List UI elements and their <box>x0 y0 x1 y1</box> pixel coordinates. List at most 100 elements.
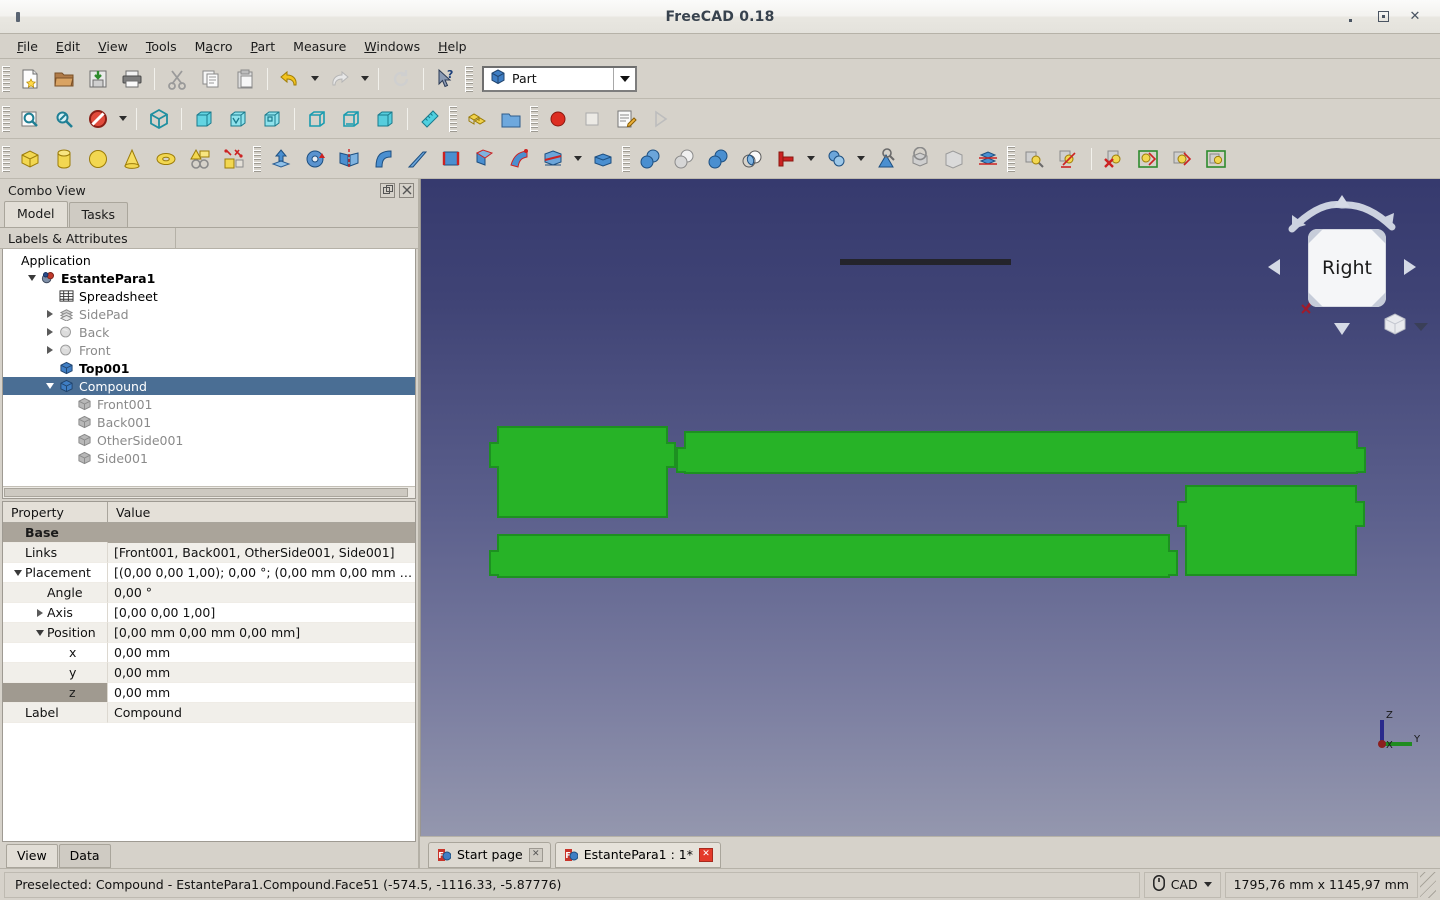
navcube-face[interactable]: Right <box>1308 229 1386 307</box>
property-twisty[interactable] <box>33 629 47 636</box>
top-view-icon[interactable] <box>222 103 254 135</box>
property-value[interactable]: [0,00 0,00 1,00] <box>108 603 415 623</box>
tree-twisty[interactable] <box>25 275 39 281</box>
measure-linear-icon[interactable] <box>1019 143 1051 175</box>
split-dropdown-icon[interactable] <box>854 143 868 175</box>
axonometric-view-icon[interactable] <box>143 103 175 135</box>
right-view-icon[interactable] <box>256 103 288 135</box>
property-row-z[interactable]: z 0,00 mm <box>3 683 415 703</box>
chevron-down-icon[interactable] <box>1203 882 1212 887</box>
revolve-icon[interactable] <box>299 143 331 175</box>
part-tools-grip[interactable] <box>253 145 261 172</box>
whats-this-icon[interactable]: ? <box>430 63 462 95</box>
section-dropdown-icon[interactable] <box>571 143 585 175</box>
menu-measure[interactable]: Measure <box>284 36 355 57</box>
section-icon[interactable] <box>537 143 569 175</box>
draw-style-dropdown-icon[interactable] <box>116 103 130 135</box>
measure-toggle-delta-icon[interactable] <box>1200 143 1232 175</box>
panel-otherside001[interactable] <box>1177 485 1365 576</box>
create-primitives-icon[interactable] <box>184 143 216 175</box>
front-view-icon[interactable] <box>188 103 220 135</box>
menu-help[interactable]: Help <box>429 36 476 57</box>
undo-dropdown-icon[interactable] <box>308 63 322 95</box>
draw-style-icon[interactable] <box>82 103 114 135</box>
model-tree[interactable]: Application EstantePara1 Spreadsheet SidePa… <box>2 249 416 499</box>
property-value[interactable]: 0,00 mm <box>108 663 415 683</box>
measure-clear-all-icon[interactable] <box>1098 143 1130 175</box>
create-part-icon[interactable] <box>461 103 493 135</box>
macro-edit-icon[interactable] <box>610 103 642 135</box>
workbench-selector[interactable]: Part <box>482 65 637 92</box>
tree-item-front001[interactable]: Front001 <box>3 395 415 413</box>
doc-tab-close-button[interactable]: ✕ <box>698 847 713 862</box>
property-value[interactable]: Compound <box>108 703 415 723</box>
left-view-icon[interactable] <box>369 103 401 135</box>
measure-toggle-all-icon[interactable] <box>1132 143 1164 175</box>
measure-icon[interactable] <box>414 103 446 135</box>
property-row-y[interactable]: y 0,00 mm <box>3 663 415 683</box>
view-toolbar-grip[interactable] <box>2 105 10 132</box>
cube-icon[interactable] <box>14 143 46 175</box>
join-dropdown-icon[interactable] <box>804 143 818 175</box>
panel-front001[interactable] <box>489 426 676 518</box>
menu-view[interactable]: View <box>89 36 137 57</box>
measure-angular-icon[interactable] <box>1053 143 1085 175</box>
tree-twisty[interactable] <box>43 346 57 354</box>
doc-tab-start-page[interactable]: F Start page ✕ <box>428 842 551 868</box>
property-value[interactable]: [Front001, Back001, OtherSide001, Side00… <box>108 543 415 563</box>
scrollbar-thumb[interactable] <box>4 488 408 497</box>
structure-toolbar-grip[interactable] <box>449 105 457 132</box>
doc-tab-estantepara1[interactable]: F EstantePara1 : 1* ✕ <box>554 842 721 868</box>
boolean-toolbar-grip[interactable] <box>622 145 630 172</box>
resize-grip[interactable] <box>1420 871 1436 898</box>
property-value[interactable]: 0,00 ° <box>108 583 415 603</box>
print-document-icon[interactable] <box>116 63 148 95</box>
tree-item-top001[interactable]: Top001 <box>3 359 415 377</box>
maximize-button[interactable] <box>1376 10 1390 24</box>
property-row-placement[interactable]: Placement [(0,00 0,00 1,00); 0,00 °; (0,0… <box>3 563 415 583</box>
offset-3d-icon[interactable] <box>587 143 619 175</box>
tree-item-back[interactable]: Back <box>3 323 415 341</box>
open-document-icon[interactable] <box>48 63 80 95</box>
navigation-cube[interactable]: Right <box>1262 187 1428 347</box>
property-editor[interactable]: Property Value Base Links [Front001, Back0… <box>2 501 416 842</box>
toolbar-grip[interactable] <box>2 65 10 92</box>
loft-icon[interactable] <box>469 143 501 175</box>
property-row-position[interactable]: Position [0,00 mm 0,00 mm 0,00 mm] <box>3 623 415 643</box>
menu-file[interactable]: File <box>8 36 47 57</box>
tree-twisty[interactable] <box>43 383 57 389</box>
property-twisty[interactable] <box>33 608 47 617</box>
tree-item-estantepara1[interactable]: EstantePara1 <box>3 269 415 287</box>
ruled-surface-icon[interactable] <box>435 143 467 175</box>
property-row-angle[interactable]: Angle 0,00 ° <box>3 583 415 603</box>
workbench-toolbar-grip[interactable] <box>465 65 473 92</box>
tree-item-back001[interactable]: Back001 <box>3 413 415 431</box>
redo-icon[interactable] <box>324 63 356 95</box>
tree-item-front[interactable]: Front <box>3 341 415 359</box>
join-icon[interactable] <box>770 143 802 175</box>
cut-icon[interactable] <box>161 63 193 95</box>
property-value[interactable]: [0,00 mm 0,00 mm 0,00 mm] <box>108 623 415 643</box>
minimize-button[interactable] <box>1344 10 1358 24</box>
undock-icon[interactable] <box>380 182 395 198</box>
macro-record-icon[interactable] <box>542 103 574 135</box>
boolean-icon[interactable] <box>668 143 700 175</box>
property-row-label[interactable]: Label Compound <box>3 703 415 723</box>
tab-model[interactable]: Model <box>4 201 68 227</box>
tree-item-compound[interactable]: Compound <box>3 377 415 395</box>
torus-icon[interactable] <box>150 143 182 175</box>
navigation-style-selector[interactable]: CAD <box>1143 871 1221 898</box>
fit-all-icon[interactable] <box>14 103 46 135</box>
sweep-icon[interactable] <box>503 143 535 175</box>
tab-view[interactable]: View <box>6 844 58 868</box>
fit-selection-icon[interactable] <box>48 103 80 135</box>
check-geometry-icon[interactable] <box>870 143 902 175</box>
fillet-icon[interactable] <box>367 143 399 175</box>
paste-icon[interactable] <box>229 63 261 95</box>
measure-toggle-3d-icon[interactable] <box>1166 143 1198 175</box>
split-icon[interactable] <box>820 143 852 175</box>
tree-item-otherside001[interactable]: OtherSide001 <box>3 431 415 449</box>
dark-edge-bar[interactable] <box>840 259 1011 265</box>
cut-boolean-icon[interactable] <box>702 143 734 175</box>
menu-tools[interactable]: Tools <box>137 36 186 57</box>
